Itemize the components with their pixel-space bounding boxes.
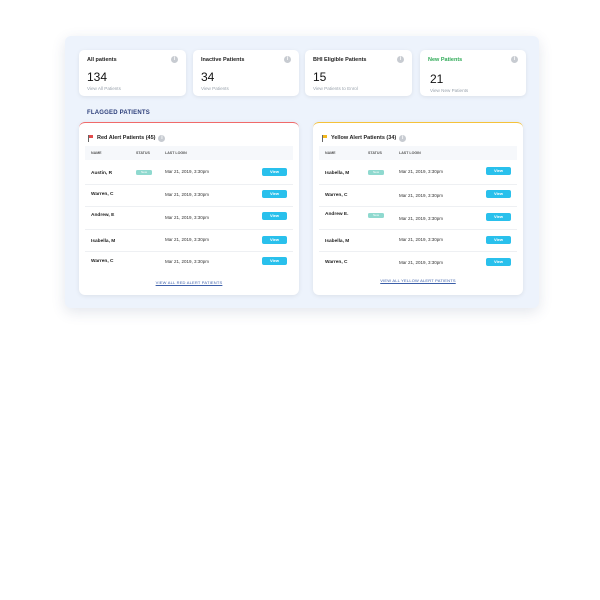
table-row: Warren, C Mar 21, 2019, 3:30pm View [319, 252, 517, 274]
stat-title: All patients [87, 57, 117, 63]
table-body: Isabella, M New Mar 21, 2019, 3:30pm Vie… [319, 162, 517, 274]
stat-link[interactable]: View All Patients [87, 86, 121, 91]
last-login: Mar 21, 2019, 3:30pm [165, 236, 210, 242]
last-login: Mar 21, 2019, 3:30pm [399, 216, 444, 221]
info-icon[interactable]: i [284, 56, 291, 63]
view-all-yellow-link[interactable]: VIEW ALL YELLOW ALERT PATIENTS [313, 278, 523, 283]
status-badge: New [368, 170, 384, 175]
last-login: Mar 21, 2019, 3:30pm [165, 215, 210, 220]
stat-value: 15 [313, 70, 327, 84]
patient-name[interactable]: Warren, C [91, 192, 113, 197]
stat-value: 34 [201, 70, 215, 84]
view-button[interactable]: View [262, 189, 287, 198]
stat-value: 134 [87, 70, 108, 84]
table-row: Warren, C Mar 21, 2019, 3:30pm View [85, 185, 293, 207]
stat-card-bhi-eligible[interactable]: BHI Eligible Patients i 15 View Patients… [305, 50, 412, 96]
view-button[interactable]: View [262, 168, 287, 176]
stat-card-all-patients[interactable]: All patients i 134 View All Patients [79, 50, 186, 96]
last-login: Mar 21, 2019, 3:30pm [399, 236, 444, 242]
section-title: FLAGGED PATIENTS [87, 110, 150, 116]
stat-card-new-patients[interactable]: New Patients i 21 View New Patients [420, 50, 526, 96]
info-icon[interactable]: i [171, 56, 178, 63]
last-login: Mar 21, 2019, 3:30pm [165, 191, 210, 197]
stat-link[interactable]: View Patients [201, 86, 229, 91]
dashboard-panel: All patients i 134 View All Patients Ina… [65, 36, 539, 308]
patient-name[interactable]: Isabella, M [325, 239, 349, 244]
yellow-alert-card: Yellow Alert Patients (34) i NAME STATUS… [313, 122, 523, 295]
patient-name[interactable]: Warren, C [325, 260, 347, 265]
stat-link[interactable]: View Patients to Enrol [313, 86, 358, 91]
yellow-flag-icon [322, 134, 328, 142]
last-login: Mar 21, 2019, 3:30pm [399, 260, 444, 265]
column-status: STATUS [136, 151, 150, 155]
stat-card-inactive-patients[interactable]: Inactive Patients i 34 View Patients [193, 50, 299, 96]
table-row: Austin, R New Mar 21, 2019, 3:30pm View [85, 162, 293, 185]
stat-title: Inactive Patients [201, 57, 245, 63]
column-name: NAME [325, 151, 336, 155]
info-icon[interactable]: i [399, 134, 407, 142]
view-button[interactable]: View [486, 235, 511, 244]
table-row: Isabella, M New Mar 21, 2019, 3:30pm Vie… [319, 162, 517, 185]
patient-name[interactable]: Isabella, M [91, 239, 115, 244]
column-name: NAME [91, 151, 102, 155]
table-header: NAME STATUS LAST LOGIN [85, 146, 293, 160]
info-icon[interactable]: i [158, 134, 166, 142]
view-button[interactable]: View [486, 213, 511, 221]
view-button[interactable]: View [486, 189, 511, 198]
table-row: Andrew, E Mar 21, 2019, 3:30pm View [85, 207, 293, 230]
column-status: STATUS [368, 151, 382, 155]
red-flag-icon [88, 134, 94, 142]
table-row: Warren, C Mar 21, 2019, 3:30pm View [85, 252, 293, 274]
patient-name[interactable]: Isabella, M [325, 171, 349, 176]
info-icon[interactable]: i [397, 56, 404, 63]
table-row: Andrew E. New Mar 21, 2019, 3:30pm View [319, 207, 517, 230]
table-body: Austin, R New Mar 21, 2019, 3:30pm View … [85, 162, 293, 274]
table-row: Isabella, M Mar 21, 2019, 3:30pm View [319, 230, 517, 252]
status-badge: New [136, 170, 152, 175]
status-badge: New [368, 213, 384, 218]
stat-title: New Patients [428, 57, 463, 63]
table-row: Isabella, M Mar 21, 2019, 3:30pm View [85, 230, 293, 252]
red-alert-card: Red Alert Patients (45) i NAME STATUS LA… [79, 122, 299, 295]
column-last-login: LAST LOGIN [399, 151, 421, 155]
card-title: Yellow Alert Patients (34) [331, 135, 397, 141]
table-row: Warren, C Mar 21, 2019, 3:30pm View [319, 185, 517, 207]
last-login: Mar 21, 2019, 3:30pm [165, 169, 210, 174]
card-header: Red Alert Patients (45) i [88, 133, 166, 143]
stat-link[interactable]: View New Patients [430, 88, 468, 93]
column-last-login: LAST LOGIN [165, 151, 187, 155]
patient-name[interactable]: Warren, C [325, 193, 347, 198]
view-button[interactable]: View [486, 167, 511, 175]
card-title: Red Alert Patients (45) [97, 135, 156, 141]
card-header: Yellow Alert Patients (34) i [322, 133, 407, 143]
patient-name[interactable]: Andrew, E [91, 213, 114, 218]
last-login: Mar 21, 2019, 3:30pm [399, 169, 444, 174]
view-button[interactable]: View [262, 257, 287, 265]
patient-name[interactable]: Andrew E. [325, 212, 348, 217]
view-button[interactable]: View [486, 258, 511, 266]
view-button[interactable]: View [262, 212, 287, 220]
stat-value: 21 [430, 72, 444, 86]
table-header: NAME STATUS LAST LOGIN [319, 146, 517, 160]
view-button[interactable]: View [262, 235, 287, 244]
last-login: Mar 21, 2019, 3:30pm [165, 259, 210, 264]
patient-name[interactable]: Austin, R [91, 171, 112, 176]
stat-title: BHI Eligible Patients [313, 57, 367, 63]
last-login: Mar 21, 2019, 3:30pm [399, 192, 444, 198]
info-icon[interactable]: i [511, 56, 518, 63]
view-all-red-link[interactable]: VIEW ALL RED ALERT PATIENTS [79, 280, 299, 285]
patient-name[interactable]: Warren, C [91, 259, 113, 264]
